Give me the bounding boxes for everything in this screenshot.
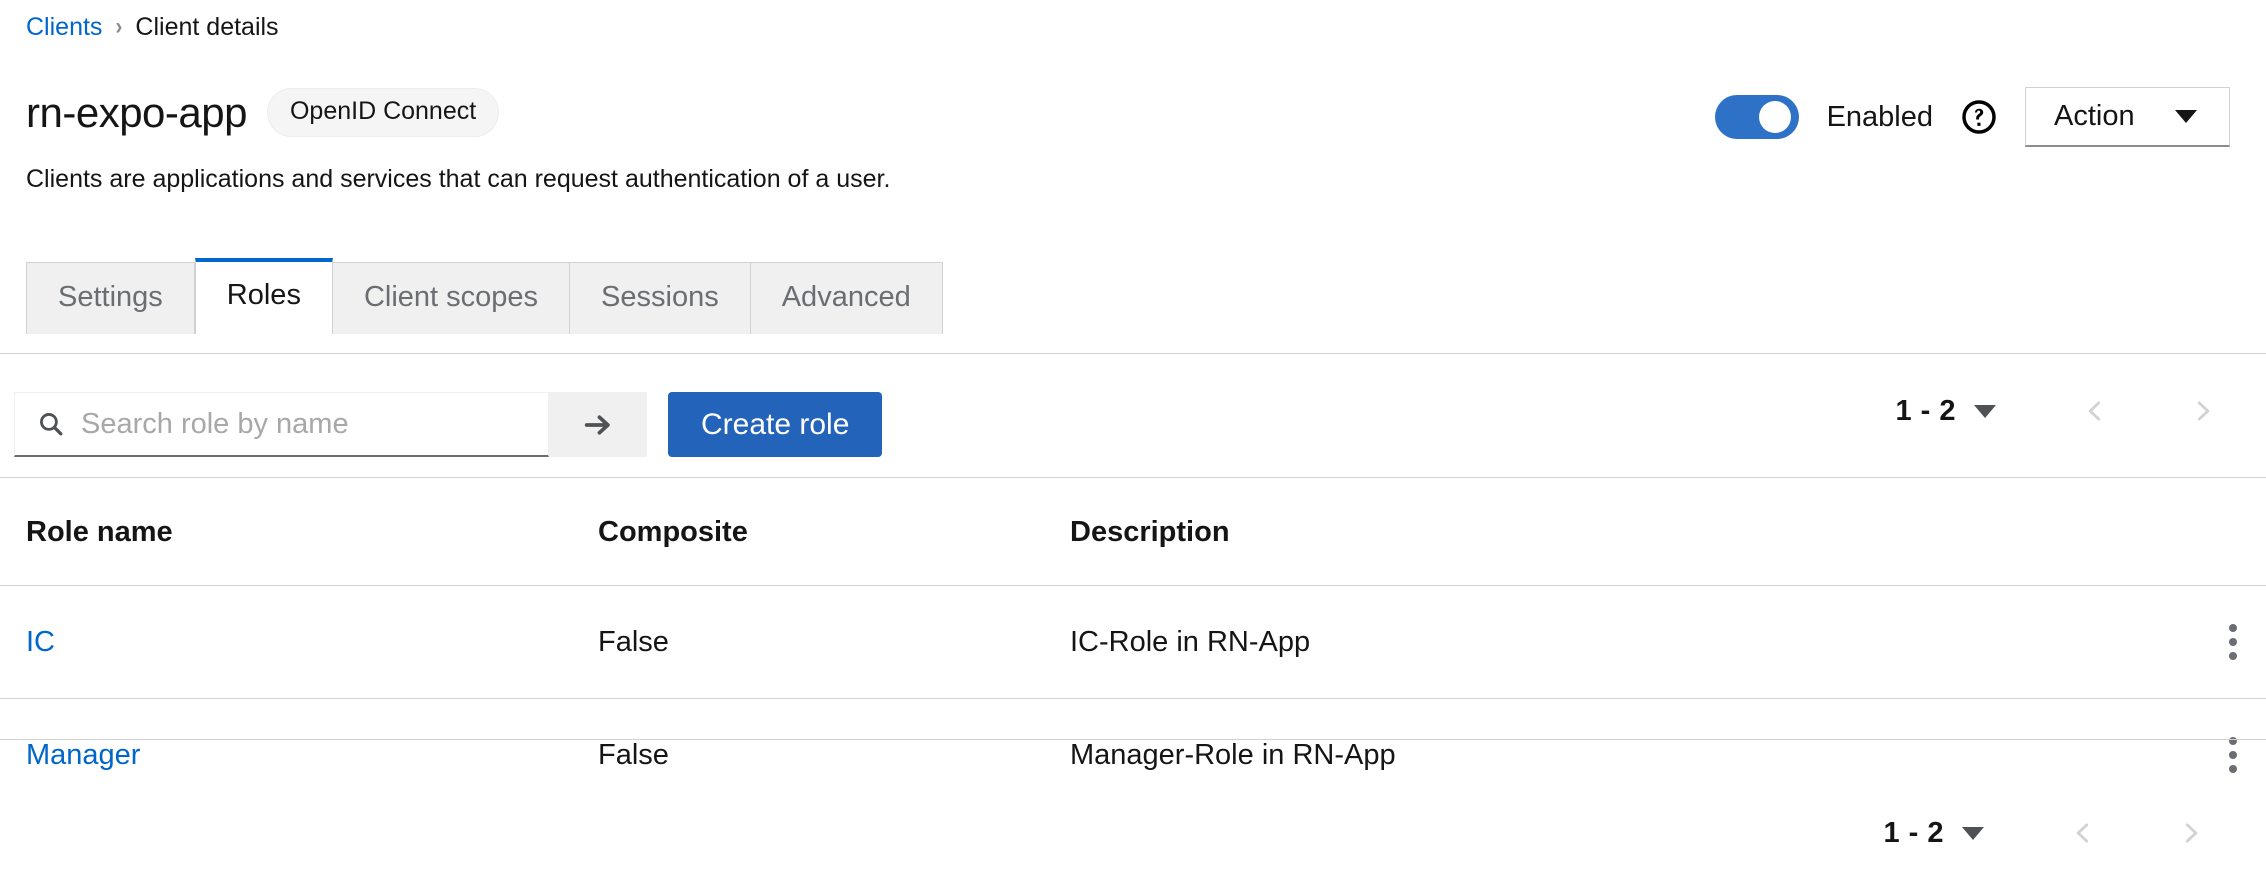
arrow-right-icon bbox=[584, 414, 610, 435]
roles-table-head: Role name Composite Description bbox=[0, 478, 2266, 586]
page-subtitle: Clients are applications and services th… bbox=[26, 165, 891, 193]
cell-role-name: IC bbox=[0, 585, 572, 699]
pagination-next-top[interactable] bbox=[2180, 388, 2226, 434]
action-dropdown-label: Action bbox=[2054, 100, 2135, 132]
caret-down-icon[interactable] bbox=[1974, 404, 1996, 418]
header-actions: Enabled Action bbox=[1714, 87, 2230, 147]
column-header-description: Description bbox=[1070, 516, 1230, 548]
tab-client-scopes[interactable]: Client scopes bbox=[332, 262, 571, 334]
role-link-ic[interactable]: IC bbox=[26, 626, 55, 658]
table-header-row: Role name Composite Description bbox=[0, 478, 2266, 586]
breadcrumb-current: Client details bbox=[135, 13, 279, 41]
tab-roles[interactable]: Roles bbox=[194, 258, 333, 334]
search-input[interactable] bbox=[81, 407, 521, 441]
enabled-toggle[interactable] bbox=[1714, 95, 1799, 139]
action-dropdown-button[interactable]: Action bbox=[2025, 87, 2230, 147]
chevron-left-icon bbox=[2076, 823, 2089, 843]
help-circle-icon[interactable] bbox=[1961, 99, 1997, 135]
pagination-top: 1 - 2 bbox=[1895, 388, 2226, 434]
chevron-right-icon: › bbox=[115, 13, 123, 41]
pagination-next-bottom[interactable] bbox=[2168, 810, 2214, 856]
pagination-range-top: 1 - 2 bbox=[1895, 394, 1956, 427]
breadcrumb-link-clients[interactable]: Clients bbox=[26, 12, 102, 42]
column-header-actions bbox=[2174, 478, 2266, 586]
table-row: IC False IC-Role in RN-App bbox=[0, 585, 2266, 699]
cell-actions bbox=[2174, 698, 2266, 811]
breadcrumb: Clients › Client details bbox=[26, 12, 279, 42]
cell-actions bbox=[2174, 585, 2266, 699]
chevron-right-icon bbox=[2185, 823, 2198, 843]
roles-table: Role name Composite Description IC False… bbox=[0, 478, 2266, 811]
caret-down-icon[interactable] bbox=[1962, 826, 1984, 840]
table-end-divider bbox=[0, 739, 2266, 740]
cell-composite: False bbox=[572, 698, 1044, 811]
chevron-right-icon bbox=[2197, 401, 2210, 421]
column-header-composite: Composite bbox=[598, 516, 748, 548]
search-field bbox=[14, 392, 549, 457]
chevron-left-icon bbox=[2088, 401, 2101, 421]
kebab-menu-icon[interactable] bbox=[2200, 620, 2266, 664]
pagination-range-bottom: 1 - 2 bbox=[1883, 816, 1944, 849]
cell-role-name: Manager bbox=[0, 698, 572, 811]
tab-settings[interactable]: Settings bbox=[26, 262, 195, 334]
role-link-manager[interactable]: Manager bbox=[26, 739, 140, 771]
client-details-page: Clients › Client details rn-expo-app Ope… bbox=[0, 0, 2266, 870]
pagination-prev-top[interactable] bbox=[2072, 388, 2118, 434]
roles-table-body: IC False IC-Role in RN-App Manager False… bbox=[0, 585, 2266, 811]
tab-bar: Settings Roles Client scopes Sessions Ad… bbox=[26, 258, 943, 334]
tab-baseline-divider bbox=[0, 353, 2266, 354]
cell-description: IC-Role in RN-App bbox=[1044, 585, 2174, 699]
create-role-button[interactable]: Create role bbox=[668, 392, 883, 457]
pagination-bottom: 1 - 2 bbox=[1883, 810, 2214, 856]
chevron-down-icon bbox=[2174, 110, 2197, 123]
toggle-knob bbox=[1758, 101, 1791, 133]
title-row: rn-expo-app OpenID Connect bbox=[26, 88, 500, 137]
search-icon bbox=[40, 413, 63, 436]
column-header-role-name: Role name bbox=[26, 516, 173, 548]
tab-advanced[interactable]: Advanced bbox=[750, 262, 943, 334]
protocol-badge: OpenID Connect bbox=[266, 88, 500, 137]
search-group bbox=[14, 392, 647, 457]
page-title: rn-expo-app bbox=[26, 88, 247, 136]
pagination-prev-bottom[interactable] bbox=[2060, 810, 2106, 856]
cell-composite: False bbox=[572, 585, 1044, 699]
cell-description: Manager-Role in RN-App bbox=[1044, 698, 2174, 811]
table-row: Manager False Manager-Role in RN-App bbox=[0, 698, 2266, 811]
enabled-label: Enabled bbox=[1826, 100, 1933, 133]
tab-sessions[interactable]: Sessions bbox=[570, 262, 751, 334]
search-submit-button[interactable] bbox=[549, 392, 647, 457]
